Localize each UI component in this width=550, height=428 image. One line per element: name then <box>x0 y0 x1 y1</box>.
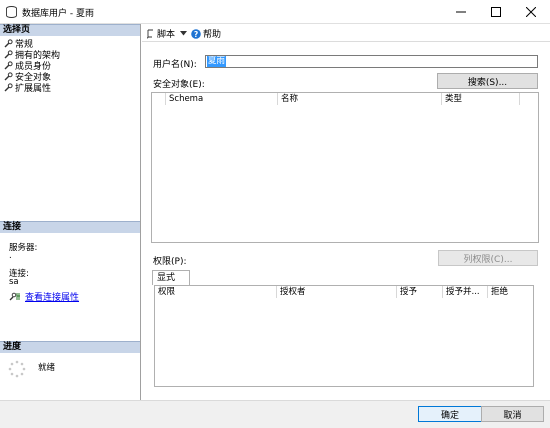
permissions-grid[interactable]: 权限 授权者 授予 授予并... 拒绝 <box>154 285 534 387</box>
toolbar: 脚本 ? 帮助 <box>142 24 550 42</box>
svg-text:?: ? <box>194 30 198 39</box>
title-bar: 数据库用户 - 夏雨 <box>0 0 550 24</box>
column-permissions-button[interactable]: 列权限(C)... <box>438 250 538 266</box>
view-connection-properties-link[interactable]: 查看连接属性 <box>25 290 79 303</box>
minimize-button[interactable] <box>444 0 478 24</box>
connection-properties-icon <box>9 292 20 301</box>
tab-explicit[interactable]: 显式 <box>152 270 190 285</box>
wrench-icon <box>4 72 13 81</box>
column-grantor[interactable]: 授权者 <box>277 286 397 298</box>
connection-header: 连接 <box>0 221 140 233</box>
view-connection-properties[interactable]: 查看连接属性 <box>9 290 79 303</box>
maximize-icon <box>491 7 501 17</box>
username-input[interactable]: 夏雨 <box>205 55 538 68</box>
securables-grid-header: Schema 名称 类型 <box>152 93 520 105</box>
wrench-icon <box>4 39 13 48</box>
dialog-button-bar: 确定 取消 <box>0 400 550 428</box>
row-header-column <box>152 93 166 105</box>
left-pane: 选择页 常规 拥有的架构 成员身份 安全对象 扩展属性 连接 服务器: . 连接… <box>0 24 141 400</box>
column-type[interactable]: 类型 <box>442 93 520 105</box>
minimize-icon <box>456 11 466 13</box>
help-label: 帮助 <box>203 30 222 40</box>
column-with-grant[interactable]: 授予并... <box>443 286 488 298</box>
column-name[interactable]: 名称 <box>278 93 442 105</box>
search-button[interactable]: 搜索(S)... <box>437 73 538 89</box>
close-button[interactable] <box>514 0 548 24</box>
column-schema[interactable]: Schema <box>166 93 278 105</box>
wrench-icon <box>4 61 13 70</box>
progress-spinner-icon <box>8 360 26 378</box>
ok-button[interactable]: 确定 <box>418 406 482 422</box>
script-label: 脚本 <box>157 30 176 40</box>
chevron-down-icon <box>180 31 188 36</box>
wrench-icon <box>4 50 13 59</box>
connection-value: sa <box>9 277 19 287</box>
help-button[interactable]: ? 帮助 <box>191 27 221 40</box>
maximize-button[interactable] <box>479 0 513 24</box>
script-icon <box>146 29 153 38</box>
progress-status: 就绪 <box>38 363 56 373</box>
column-deny[interactable]: 拒绝 <box>488 286 533 298</box>
column-permission[interactable]: 权限 <box>155 286 277 298</box>
securables-label: 安全对象(E): <box>153 80 205 90</box>
cancel-button[interactable]: 取消 <box>481 406 544 422</box>
server-label: 服务器: <box>9 243 38 253</box>
page-extended-properties-label: 扩展属性 <box>15 84 52 94</box>
username-value: 夏雨 <box>207 56 227 67</box>
script-button[interactable]: 脚本 <box>146 27 188 40</box>
securables-grid[interactable]: Schema 名称 类型 <box>151 92 539 243</box>
permissions-label: 权限(P): <box>153 257 187 267</box>
column-grant[interactable]: 授予 <box>397 286 443 298</box>
select-page-header: 选择页 <box>0 24 140 36</box>
permissions-grid-header: 权限 授权者 授予 授予并... 拒绝 <box>155 286 533 298</box>
window-title: 数据库用户 - 夏雨 <box>22 9 94 19</box>
wrench-icon <box>4 83 13 92</box>
page-extended-properties[interactable]: 扩展属性 <box>4 82 52 94</box>
username-label: 用户名(N): <box>153 60 197 70</box>
database-icon <box>6 6 17 18</box>
close-icon <box>526 7 536 17</box>
help-icon: ? <box>191 28 201 39</box>
progress-header: 进度 <box>0 341 140 353</box>
server-value: . <box>9 251 12 261</box>
